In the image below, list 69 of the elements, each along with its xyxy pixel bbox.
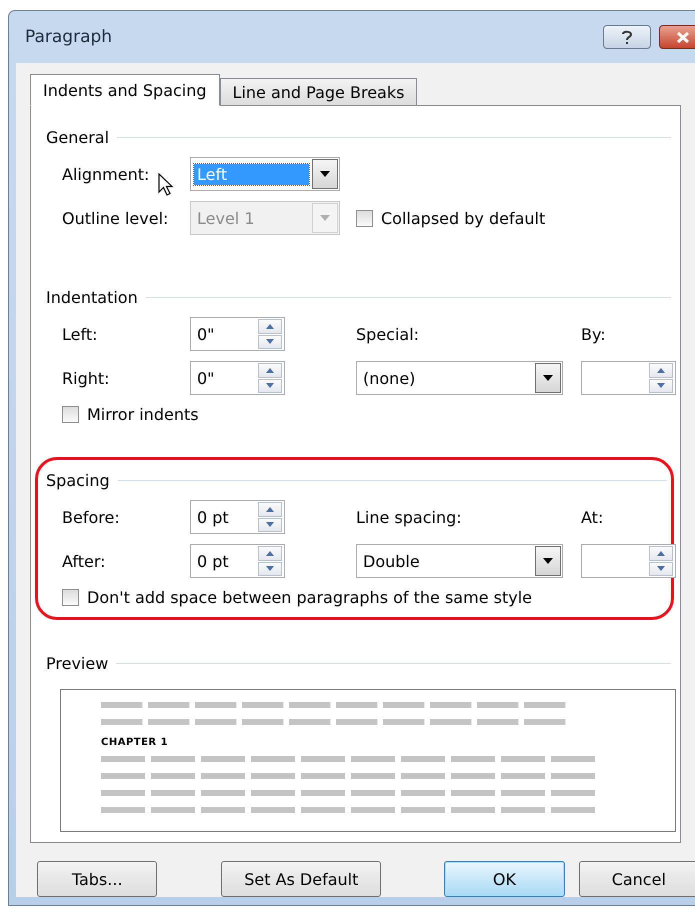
checkbox[interactable] (356, 210, 373, 226)
checkbox-label[interactable]: Collapsed by default (356, 208, 681, 228)
spin-up-button[interactable] (649, 363, 673, 378)
sample-text: CHAPTER 1 (101, 737, 170, 748)
up-arrow-icon (657, 550, 665, 556)
down-arrow-icon (266, 522, 274, 528)
special-dropdown[interactable]: (none) (356, 361, 563, 395)
field-label: Before: (62, 508, 121, 526)
by-field[interactable] (581, 361, 676, 395)
left-indent-field[interactable]: 0" (190, 317, 285, 351)
spin-up-button[interactable] (258, 363, 282, 378)
dialog-button[interactable]: Tabs... (37, 861, 158, 897)
checkbox[interactable] (62, 406, 79, 423)
window-title: Paragraph (25, 27, 114, 47)
field-label: Line spacing: (356, 508, 463, 526)
section-title: Preview (46, 654, 108, 672)
section-title: Spacing (46, 470, 110, 490)
close-button[interactable] (659, 25, 695, 49)
up-arrow-icon (657, 368, 665, 373)
section-title: General (46, 128, 110, 146)
section-title: Indentation (46, 288, 138, 306)
spin-up-button[interactable] (258, 502, 282, 516)
at-field[interactable] (581, 544, 676, 578)
right-indent-field[interactable]: 0" (190, 361, 285, 395)
tab[interactable]: Indents and Spacing (30, 74, 220, 106)
field-label: Alignment: (62, 164, 190, 184)
spin-up-button[interactable] (258, 546, 282, 560)
dialog-button[interactable]: OK (444, 861, 565, 897)
up-arrow-icon (266, 506, 274, 512)
field-label: Outline level: (62, 208, 170, 228)
down-arrow-icon (266, 339, 274, 344)
checkbox-label[interactable]: Mirror indents (62, 405, 681, 424)
spacing-after-field[interactable]: 0 pt (190, 544, 285, 578)
up-arrow-icon (266, 368, 274, 373)
spin-down-button[interactable] (649, 378, 673, 393)
tab[interactable]: Line and Page Breaks (220, 78, 418, 106)
checkbox-label[interactable]: Don't add space between paragraphs of the same style (62, 588, 681, 607)
dialog-button[interactable]: Cancel (578, 861, 695, 897)
down-arrow-icon (266, 566, 274, 572)
spin-up-button[interactable] (258, 319, 282, 334)
dialog-button[interactable]: Set As Default (221, 861, 382, 897)
caret-icon (543, 375, 553, 381)
spin-down-button[interactable] (258, 518, 282, 532)
caret-icon (320, 171, 330, 177)
spin-down-button[interactable] (258, 378, 282, 393)
line-spacing-dropdown[interactable]: Double (356, 544, 563, 578)
spin-down-button[interactable] (258, 334, 282, 349)
spacing-before-field[interactable]: 0 pt (190, 500, 285, 534)
field-label: At: (581, 508, 604, 526)
spin-down-button[interactable] (258, 562, 282, 576)
help-icon (622, 30, 632, 44)
field-label: Right: (62, 368, 111, 388)
field-label: Special: (356, 324, 420, 344)
down-arrow-icon (657, 566, 665, 572)
spin-up-button[interactable] (649, 546, 673, 560)
caret-icon (320, 215, 330, 221)
down-arrow-icon (266, 383, 274, 388)
close-icon (676, 32, 690, 42)
up-arrow-icon (266, 324, 274, 329)
mouse-pointer-icon (158, 172, 174, 196)
caret-icon (543, 558, 553, 564)
spin-down-button[interactable] (649, 562, 673, 576)
help-button[interactable] (603, 25, 651, 49)
checkbox[interactable] (62, 589, 79, 606)
down-arrow-icon (657, 383, 665, 388)
up-arrow-icon (266, 550, 274, 556)
field-label: By: (581, 324, 607, 344)
field-label: After: (62, 552, 107, 570)
field-label: Left: (62, 324, 98, 344)
